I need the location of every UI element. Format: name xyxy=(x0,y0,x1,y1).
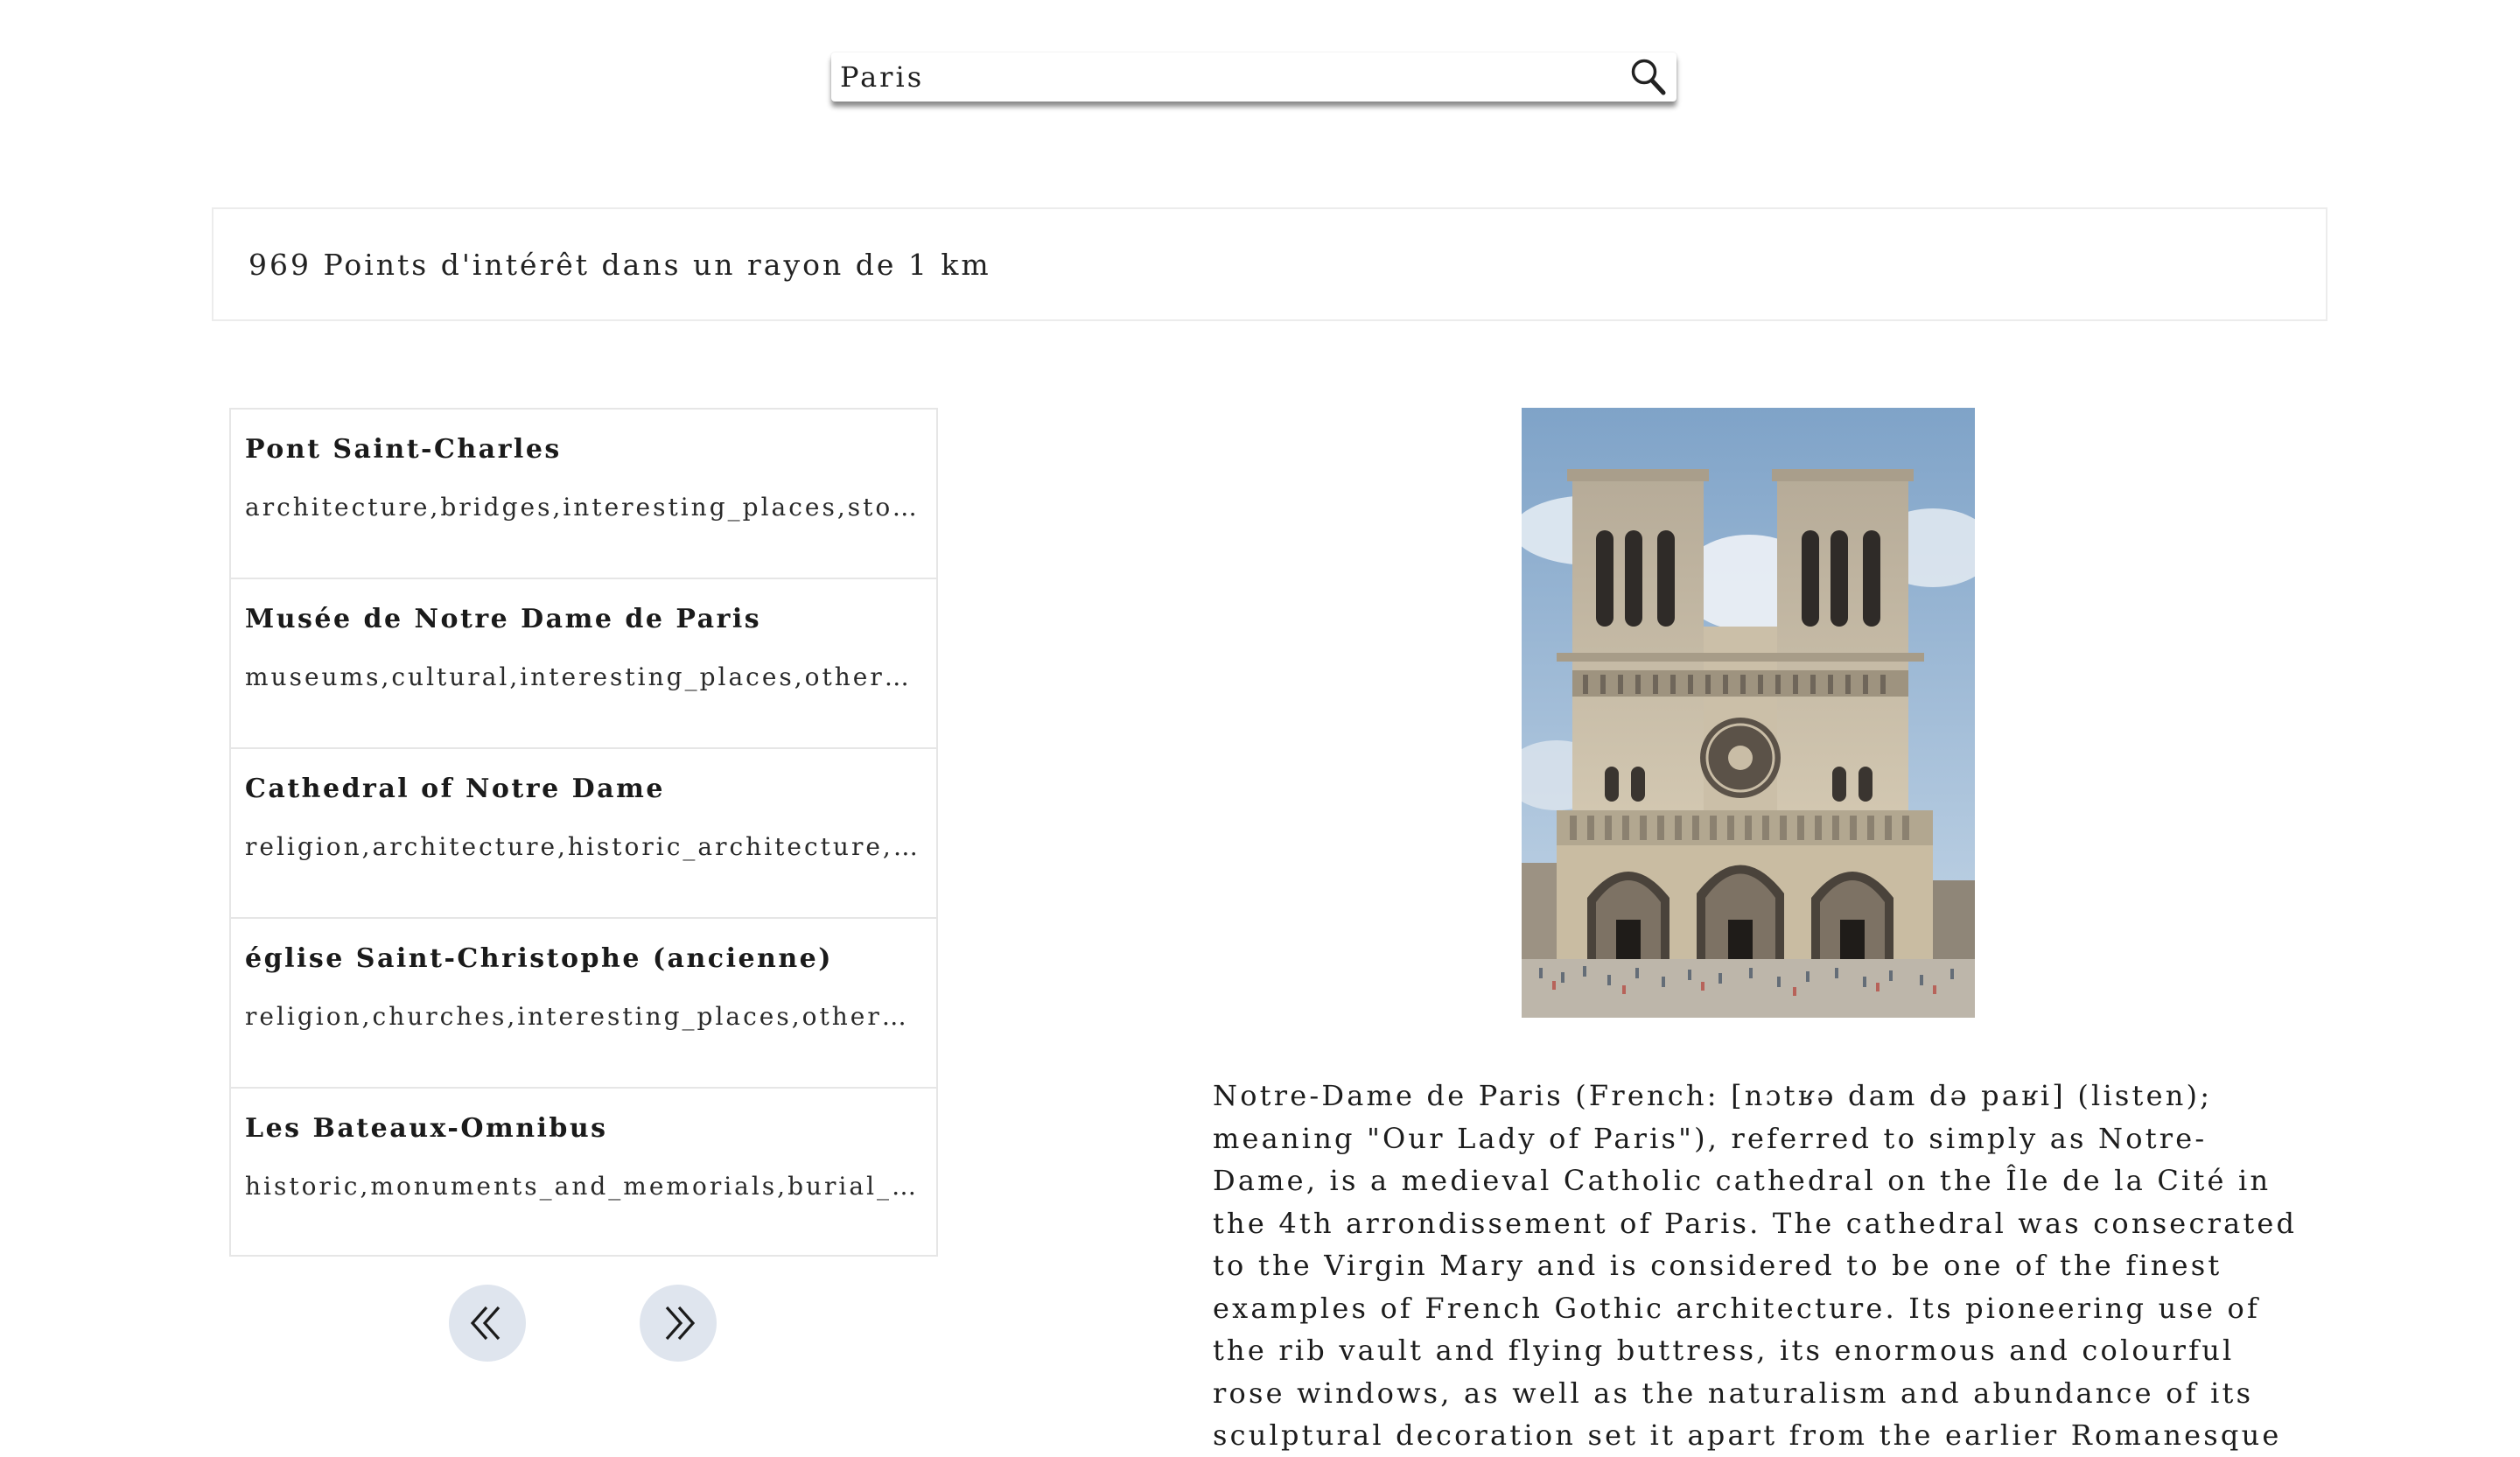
double-chevron-right-icon xyxy=(665,1306,696,1341)
places-list: Pont Saint-Charles architecture,bridges,… xyxy=(229,408,938,1257)
results-summary-box: 969 Points d'intérêt dans un rayon de 1 … xyxy=(212,207,2328,321)
list-item[interactable]: Les Bateaux-Omnibus historic,monuments_a… xyxy=(231,1089,936,1255)
results-count-text: 969 Points d'intérêt dans un rayon de 1 … xyxy=(248,247,991,282)
search-bar xyxy=(831,53,1676,102)
previous-page-button[interactable] xyxy=(449,1285,526,1362)
place-description: Notre-Dame de Paris (French: [nɔtʁə dam … xyxy=(1213,1079,2298,1452)
place-kinds: religion,churches,interesting_places,oth… xyxy=(245,1002,919,1031)
place-name: Cathedral of Notre Dame xyxy=(245,774,665,804)
list-item[interactable]: Cathedral of Notre Dame religion,archite… xyxy=(231,749,936,919)
place-kinds: religion,architecture,historic_architect… xyxy=(245,832,919,861)
list-item[interactable]: église Saint-Christophe (ancienne) relig… xyxy=(231,919,936,1089)
place-name: Musée de Notre Dame de Paris xyxy=(245,604,762,634)
place-kinds: architecture,bridges,interesting_places,… xyxy=(245,493,919,522)
search-input[interactable] xyxy=(831,53,1620,102)
place-name: Pont Saint-Charles xyxy=(245,434,562,465)
place-name: Les Bateaux-Omnibus xyxy=(245,1113,608,1144)
double-chevron-left-icon xyxy=(470,1306,500,1341)
search-icon xyxy=(1631,59,1666,95)
place-photo xyxy=(1522,408,1975,1018)
search-button[interactable] xyxy=(1620,53,1676,102)
list-item[interactable]: Pont Saint-Charles architecture,bridges,… xyxy=(231,410,936,579)
list-item[interactable]: Musée de Notre Dame de Paris museums,cul… xyxy=(231,579,936,749)
cathedral-photo-image xyxy=(1522,408,1975,1018)
place-name: église Saint-Christophe (ancienne) xyxy=(245,943,833,974)
place-kinds: museums,cultural,interesting_places,othe… xyxy=(245,662,919,691)
place-kinds: historic,monuments_and_memorials,burial_… xyxy=(245,1172,919,1201)
next-page-button[interactable] xyxy=(640,1285,717,1362)
